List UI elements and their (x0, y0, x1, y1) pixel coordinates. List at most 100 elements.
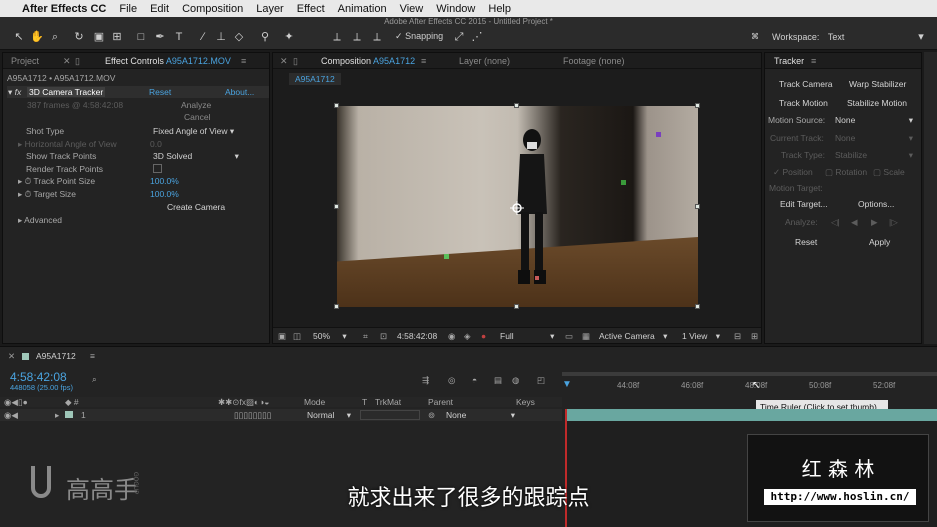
analyze-button[interactable]: Analyze (181, 100, 211, 110)
panel-menu-icon[interactable]: ≡ (90, 351, 95, 361)
views-dropdown[interactable]: 1 View ▾ (682, 331, 720, 342)
track-motion-button[interactable]: Track Motion (779, 98, 828, 108)
transform-handle[interactable] (334, 304, 339, 309)
layer-switches[interactable]: ▯▯▯▯▯▯▯▯ (234, 410, 271, 421)
parent-dropdown[interactable]: None ▾ (446, 410, 515, 421)
eraser-tool-icon[interactable]: ◇ (232, 31, 246, 43)
transform-handle[interactable] (695, 304, 700, 309)
shot-type-dropdown[interactable]: Fixed Angle of View ▾ (153, 126, 234, 137)
cancel-button[interactable]: Cancel (184, 112, 210, 122)
transform-handle[interactable] (514, 304, 519, 309)
tab-composition[interactable]: Composition A95A1712 (321, 56, 415, 66)
current-track-dropdown[interactable]: None ▾ (835, 133, 913, 143)
visibility-icon[interactable]: ◉◀ (4, 410, 18, 421)
chevron-down-icon[interactable]: ▾ (914, 31, 928, 43)
about-button[interactable]: About... (225, 87, 254, 97)
analyze-back-icon[interactable]: ◀ (851, 217, 858, 228)
zoom-tool-icon[interactable]: ⌕ (48, 31, 62, 43)
track-type-dropdown[interactable]: Stabilize ▾ (835, 150, 913, 160)
close-icon[interactable]: ✕ (8, 351, 15, 362)
workspace-selector[interactable]: Workspace: Text (772, 32, 844, 42)
effect-name[interactable]: 3D Camera Tracker (27, 87, 106, 97)
snapping-toggle[interactable]: ✓ Snapping (395, 31, 443, 42)
warp-stabilizer-button[interactable]: Warp Stabilizer (849, 79, 906, 89)
snapshot-icon[interactable]: ◉ (448, 331, 455, 342)
resolution-dropdown[interactable]: Full ▾ (500, 331, 554, 342)
track-point-size-label[interactable]: ▸ ⏱ Track Point Size (18, 176, 95, 187)
mode-column-header[interactable]: Mode (304, 397, 325, 407)
transform-handle[interactable] (334, 204, 339, 209)
lock-icon[interactable]: ▯ (75, 56, 80, 67)
draft-3d-icon[interactable]: ◎ (448, 375, 455, 386)
show-snapshot-icon[interactable]: ◈ (464, 331, 471, 342)
work-area-bar[interactable] (562, 372, 937, 376)
transform-handle[interactable] (695, 103, 700, 108)
frame-blending-icon[interactable]: ▤ (494, 375, 502, 386)
motion-source-dropdown[interactable]: None ▾ (835, 115, 913, 125)
snap-options-icon[interactable]: ⤢ (452, 31, 466, 43)
app-name[interactable]: After Effects CC (22, 3, 106, 15)
fx-icon[interactable]: ▾ fx (8, 87, 21, 98)
track-point-marker[interactable] (621, 180, 626, 185)
analyze-forward-icon[interactable]: ▶ (871, 217, 878, 228)
menu-animation[interactable]: Animation (338, 3, 387, 15)
stabilize-motion-button[interactable]: Stabilize Motion (847, 98, 907, 108)
menu-window[interactable]: Window (436, 3, 475, 15)
layer-color-swatch[interactable] (65, 411, 73, 418)
color-channel-icon[interactable]: ● (481, 331, 486, 341)
menu-edit[interactable]: Edit (150, 3, 169, 15)
tab-footage[interactable]: Footage (none) (563, 56, 625, 66)
layer-duration-bar[interactable] (565, 409, 937, 421)
viewer-timecode[interactable]: 4:58:42:08 (397, 331, 437, 341)
expand-layer-icon[interactable]: ▸ (55, 410, 59, 421)
rotation-checkbox[interactable]: ▢ Rotation (825, 167, 867, 178)
target-crosshair-icon[interactable] (510, 201, 524, 215)
add-view-icon[interactable]: ⊞ (751, 331, 758, 342)
transform-handle[interactable] (514, 103, 519, 108)
motion-blur-icon[interactable]: ◍ (512, 375, 519, 386)
camera-tool-icon[interactable]: ▣ (92, 31, 106, 43)
puppet-tool-icon[interactable]: ✦ (282, 31, 296, 43)
trkmat-dropdown[interactable] (360, 410, 420, 420)
horizontal-aov-label[interactable]: ▸ Horizontal Angle of View (18, 139, 117, 150)
tab-tracker[interactable]: Tracker (774, 56, 804, 66)
panel-menu-icon[interactable]: ≡ (421, 56, 426, 66)
menu-effect[interactable]: Effect (297, 3, 325, 15)
track-camera-button[interactable]: Track Camera (779, 79, 833, 89)
axis-local-icon[interactable]: ⟂ (330, 31, 344, 43)
target-size-label[interactable]: ▸ ⏱ Target Size (18, 189, 76, 200)
zoom-dropdown[interactable]: 50% ▾ (313, 331, 347, 342)
camera-dropdown[interactable]: Active Camera ▾ (599, 331, 667, 342)
track-point-size-value[interactable]: 100.0% (150, 176, 179, 186)
reset-tracker-button[interactable]: Reset (795, 237, 817, 247)
timeline-comp-tab[interactable]: A95A1712 (36, 351, 76, 361)
type-tool-icon[interactable]: T (172, 31, 186, 43)
pickwhip-icon[interactable]: ⊚ (428, 410, 435, 421)
tab-project[interactable]: Project (11, 56, 39, 66)
scale-checkbox[interactable]: ▢ Scale (873, 167, 905, 178)
hand-tool-icon[interactable]: ✋ (30, 31, 44, 43)
target-size-value[interactable]: 100.0% (150, 189, 179, 199)
position-checkbox[interactable]: ✓ Position (773, 167, 813, 178)
lock-icon[interactable]: ▯ (293, 56, 298, 67)
roto-brush-tool-icon[interactable]: ⚲ (258, 31, 272, 43)
edit-target-button[interactable]: Edit Target... (780, 199, 828, 209)
mode-dropdown[interactable]: Normal ▾ (307, 410, 351, 421)
show-track-points-dropdown[interactable]: 3D Solved ▾ (153, 151, 239, 162)
brush-tool-icon[interactable]: ∕ (196, 31, 210, 43)
rectangle-tool-icon[interactable]: □ (134, 31, 148, 43)
sync-settings-icon[interactable]: ⌘ (748, 31, 762, 43)
menu-layer[interactable]: Layer (256, 3, 284, 15)
search-icon[interactable]: ⌕ (92, 374, 97, 385)
create-camera-button[interactable]: Create Camera (167, 202, 225, 212)
timeline-timecode[interactable]: 4:58:42:08 (10, 370, 67, 384)
transform-handle[interactable] (695, 204, 700, 209)
fit-icon[interactable]: ⌗ (363, 331, 368, 342)
tab-layer[interactable]: Layer (none) (459, 56, 510, 66)
menu-composition[interactable]: Composition (182, 3, 243, 15)
track-point-marker[interactable] (656, 132, 661, 137)
toggle-pixel-icon[interactable]: ⊟ (734, 331, 741, 342)
selection-tool-icon[interactable]: ↖ (12, 31, 26, 43)
grid-icon[interactable]: ⊡ (380, 331, 387, 342)
stopwatch-icon[interactable]: ⏱ (25, 176, 32, 186)
